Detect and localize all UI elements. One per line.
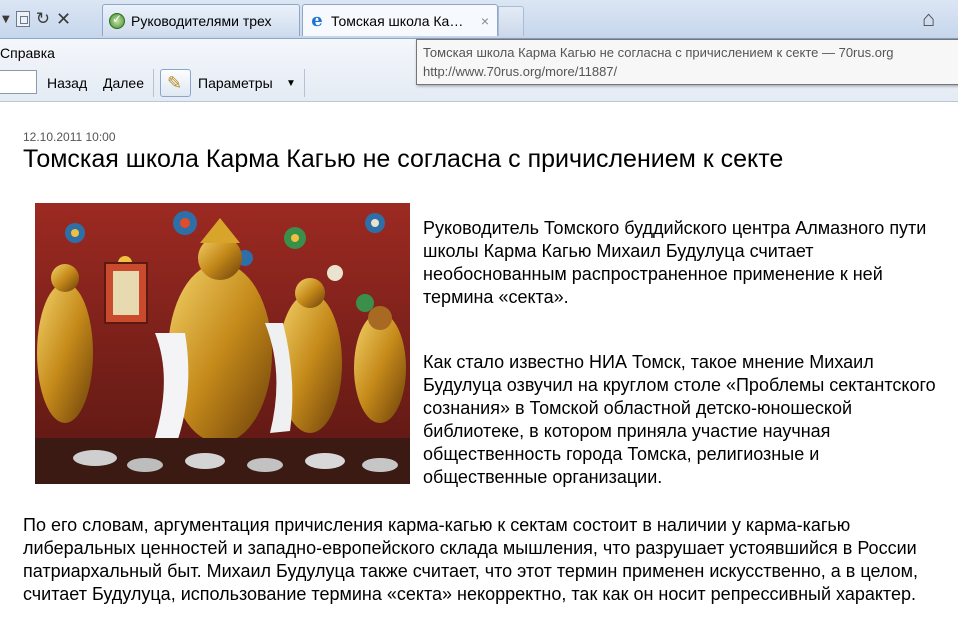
params-button[interactable]: Параметры [198, 75, 273, 91]
tooltip-url: http://www.70rus.org/more/11887/ [423, 64, 618, 79]
find-input[interactable] [0, 70, 37, 94]
stop-icon[interactable]: ✕ [56, 9, 71, 30]
find-back-button[interactable]: Назад [47, 75, 87, 91]
tab-tooltip: Томская школа Карма Кагью не согласна с … [416, 39, 958, 85]
tab-strip: ▼ ↻ ✕ Руководителями трех e Томская школ… [0, 0, 958, 39]
compatibility-view-icon[interactable] [15, 11, 30, 27]
tab-label: Томская школа Ка… [331, 12, 464, 29]
params-dropdown-icon[interactable]: ▼ [286, 78, 296, 89]
article-date: 12.10.2011 10:00 [23, 130, 116, 144]
highlight-button[interactable]: ✎ [160, 69, 191, 97]
refresh-icon[interactable]: ↻ [36, 9, 50, 29]
ie-favicon: e [311, 9, 323, 31]
site-favicon [109, 12, 125, 29]
article-photo [35, 203, 410, 484]
tab-tomskaya-shkola[interactable]: e Томская школа Ка… × [302, 4, 498, 36]
article-paragraph-3: По его словам, аргументация причисления … [23, 515, 918, 604]
article-lead: Руководитель Томского буддийского центра… [423, 218, 927, 307]
tab-rukovoditelyami[interactable]: Руководителями трех [102, 4, 300, 36]
highlighter-icon: ✎ [167, 73, 183, 93]
article-title: Томская школа Карма Кагью не согласна с … [23, 145, 784, 173]
find-forward-button[interactable]: Далее [103, 75, 144, 91]
toolbar-divider [304, 69, 305, 97]
tooltip-title: Томская школа Карма Кагью не согласна с … [423, 45, 894, 60]
toolbar-divider [153, 69, 154, 97]
article-paragraph-2: Как стало известно НИА Томск, такое мнен… [423, 352, 936, 487]
home-icon[interactable]: ⌂ [922, 6, 935, 32]
menu-help[interactable]: Справка [0, 45, 55, 61]
new-tab-button[interactable] [498, 6, 524, 36]
tab-label: Руководителями трех [131, 12, 272, 29]
tab-close-icon[interactable]: × [473, 13, 497, 29]
dropdown-arrow-icon[interactable]: ▼ [2, 14, 10, 25]
nav-cluster: ▼ ↻ ✕ [0, 6, 71, 32]
